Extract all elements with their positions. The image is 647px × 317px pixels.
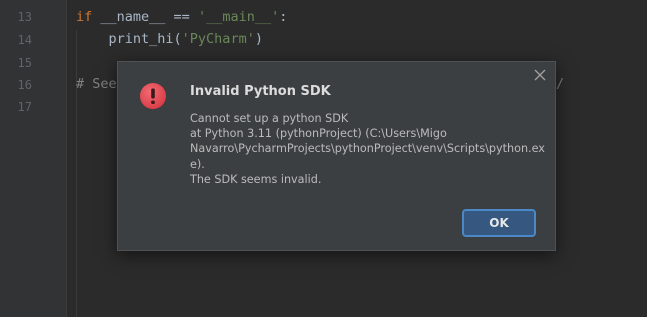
message-line: Cannot set up a python SDK: [190, 112, 349, 125]
indent-guide: [76, 30, 77, 317]
code-text: ): [254, 31, 263, 47]
code-text: :: [279, 9, 288, 25]
code-line-16[interactable]: # See: [76, 76, 117, 92]
code-line-14[interactable]: print_hi('PyCharm'): [76, 31, 263, 47]
dialog-title: Invalid Python SDK: [190, 84, 331, 99]
error-icon: [140, 83, 166, 109]
comment: # See: [76, 76, 117, 92]
line-number: 15: [17, 56, 32, 70]
message-line: at Python 3.11 (pythonProject) (C:\Users…: [190, 127, 447, 141]
line-number: 16: [17, 78, 32, 92]
close-icon[interactable]: [531, 66, 549, 84]
message-line: Navarro\PycharmProjects\pythonProject\ve…: [190, 142, 545, 156]
line-number: 14: [17, 33, 32, 47]
code-line-13[interactable]: if __name__ == '__main__':: [76, 9, 287, 25]
ok-button[interactable]: OK: [462, 209, 536, 237]
error-dialog: Invalid Python SDK Cannot set up a pytho…: [117, 61, 556, 251]
comment-tail: /: [556, 76, 565, 92]
code-text: print_hi(: [76, 31, 182, 47]
string-literal: 'PyCharm': [181, 31, 255, 47]
message-line: e).: [190, 157, 205, 171]
message-line: The SDK seems invalid.: [190, 172, 322, 186]
dialog-message: Cannot set up a python SDK at Python 3.1…: [190, 111, 545, 187]
keyword: if: [76, 9, 93, 25]
line-number: 17: [17, 100, 32, 114]
code-text: __name__ ==: [92, 9, 198, 25]
string-literal: '__main__': [197, 9, 280, 25]
line-number-gutter: 13 14 15 16 17: [0, 0, 67, 317]
line-number: 13: [17, 10, 32, 24]
